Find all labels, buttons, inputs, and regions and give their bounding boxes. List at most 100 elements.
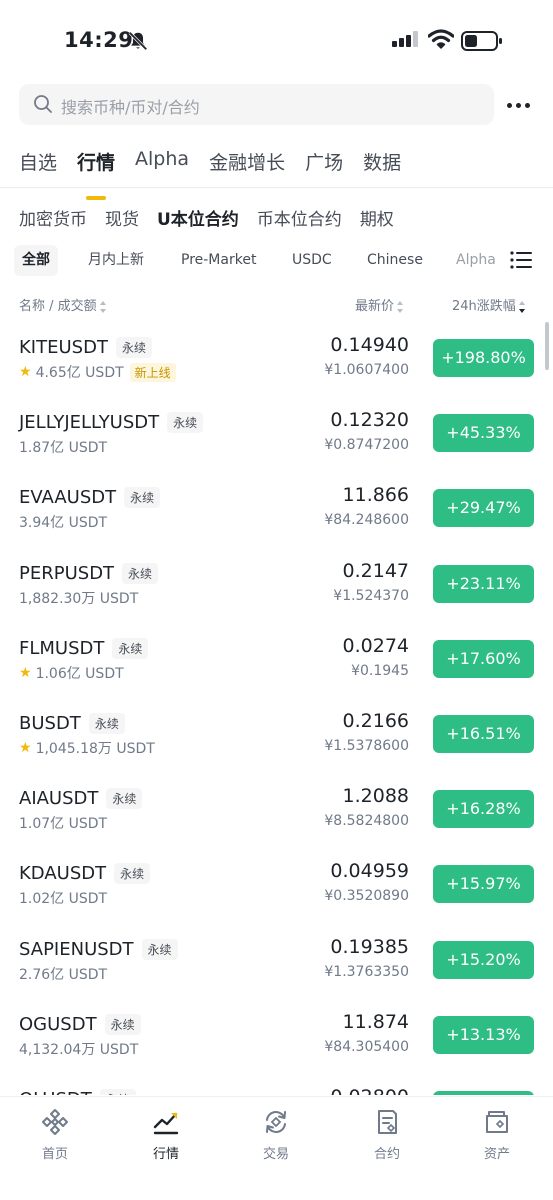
col-change-24h-label: 24h涨跌幅 xyxy=(452,299,516,314)
perpetual-badge: 永续 xyxy=(122,562,159,584)
symbol-cell: OGUSDT 永续 xyxy=(19,1013,141,1035)
subtab-usdm-futures[interactable]: U本位合约 xyxy=(157,205,239,230)
market-list: KITEUSDT 永续 ★ 4.65亿 USDT 新上线 0.14940 ¥1.060740… xyxy=(0,320,553,1095)
change-24h-badge[interactable]: +15.97% xyxy=(433,865,534,904)
perpetual-badge: 永续 xyxy=(112,637,149,659)
last-price: 0.04959 xyxy=(330,860,409,883)
volume-value: 3.94亿 USDT xyxy=(19,515,108,532)
battery-icon xyxy=(461,31,502,51)
change-24h-badge[interactable]: +17.60% xyxy=(433,639,534,678)
futures-document-icon xyxy=(378,1110,397,1134)
change-24h-badge[interactable]: +45.33% xyxy=(433,414,534,453)
symbol-cell: KITEUSDT 永续 xyxy=(19,337,152,358)
filter-all[interactable]: 全部 xyxy=(14,245,58,276)
change-24h-badge[interactable]: +29.47% xyxy=(433,489,534,528)
change-24h-badge[interactable]: +16.51% xyxy=(433,714,534,753)
last-price: 0.12320 xyxy=(330,409,409,432)
change-24h-badge[interactable]: +13.13% xyxy=(433,1015,534,1054)
fiat-price: ¥84.305400 xyxy=(324,1038,409,1055)
filter-usdc[interactable]: USDC xyxy=(284,245,340,276)
wallet-icon xyxy=(486,1111,508,1133)
subtab-crypto[interactable]: 加密货币 xyxy=(19,205,87,230)
last-price: 0.0274 xyxy=(342,634,409,657)
market-row[interactable]: PERPUSDT 永续 1,882.30万 USDT 0.2147 ¥1.524370 +… xyxy=(0,546,553,621)
col-last-price-label: 最新价 xyxy=(355,299,395,314)
fiat-price: ¥0.3520890 xyxy=(324,888,409,905)
volume-value: 1.02亿 USDT xyxy=(19,891,108,908)
star-icon: ★ xyxy=(19,364,32,380)
filter-new-this-month[interactable]: 月内上新 xyxy=(80,245,152,276)
last-price: 1.2088 xyxy=(342,785,409,808)
star-icon: ★ xyxy=(19,664,32,681)
fiat-price: ¥1.5378600 xyxy=(324,737,409,754)
change-24h-badge[interactable]: +16.28% xyxy=(433,790,534,829)
change-24h-badge[interactable]: +15.20% xyxy=(433,940,534,979)
sub-tabs: 加密货币 现货 U本位合约 币本位合约 期权 xyxy=(19,205,394,230)
symbol-name: JELLYJELLYUSDT xyxy=(19,412,160,434)
sort-icon xyxy=(397,300,404,313)
col-name-volume[interactable]: 名称 / 成交额 xyxy=(19,295,107,314)
market-row[interactable]: BUSDT 永续 ★ 1,045.18万 USDT 0.2166 ¥1.5378600 +1… xyxy=(0,696,553,771)
more-icon[interactable] xyxy=(507,98,531,112)
tab-finance-growth[interactable]: 金融增长 xyxy=(209,148,285,188)
perpetual-badge: 永续 xyxy=(167,412,204,434)
subtab-spot[interactable]: 现货 xyxy=(105,205,139,230)
symbol-cell: SAPIENUSDT 永续 xyxy=(19,938,178,960)
perpetual-badge: 永续 xyxy=(99,1088,136,1095)
search-input[interactable]: 搜索币种/币对/合约 xyxy=(19,84,494,125)
tab-favorites[interactable]: 自选 xyxy=(19,148,57,188)
nav-home[interactable]: 首页 xyxy=(15,1107,95,1162)
tab-alpha[interactable]: Alpha xyxy=(135,148,189,188)
bottom-nav: 首页 行情 交易 合约 资产 xyxy=(0,1096,553,1200)
perpetual-badge: 永续 xyxy=(124,487,161,509)
trade-swap-icon xyxy=(266,1111,286,1133)
fiat-price: ¥1.524370 xyxy=(333,587,409,604)
market-row[interactable]: JELLYJELLYUSDT 永续 1.87亿 USDT 0.12320 ¥0.8747… xyxy=(0,395,553,470)
tab-markets[interactable]: 行情 xyxy=(77,148,115,200)
market-row[interactable]: EVAAUSDT 永续 3.94亿 USDT 11.866 ¥84.248600 +29.… xyxy=(0,470,553,545)
filter-chinese[interactable]: Chinese xyxy=(359,245,431,276)
tab-square[interactable]: 广场 xyxy=(305,148,343,188)
volume-cell: 1.87亿 USDT xyxy=(19,437,107,457)
market-row[interactable]: OLUSDT 永续 0.02800 xyxy=(0,1072,553,1095)
search-row: 搜索币种/币对/合约 xyxy=(0,84,553,128)
nav-trade[interactable]: 交易 xyxy=(236,1107,316,1162)
change-24h-badge[interactable] xyxy=(433,1090,534,1095)
filter-pre-market[interactable]: Pre-Market xyxy=(173,245,264,276)
wifi-icon xyxy=(428,29,454,49)
last-price: 0.2166 xyxy=(342,709,409,732)
nav-assets[interactable]: 资产 xyxy=(457,1107,537,1162)
nav-markets-label: 行情 xyxy=(152,1147,179,1162)
volume-cell: 1,882.30万 USDT xyxy=(19,588,138,608)
fiat-price: ¥0.1945 xyxy=(351,662,409,679)
filter-chips: 全部 月内上新 Pre-Market USDC Chinese Alpha xyxy=(14,245,504,277)
market-row[interactable]: OGUSDT 永续 4,132.04万 USDT 11.874 ¥84.305400 +1… xyxy=(0,997,553,1072)
tab-data[interactable]: 数据 xyxy=(363,148,401,188)
fiat-price: ¥1.3763350 xyxy=(324,963,409,980)
perpetual-badge: 永续 xyxy=(114,863,151,885)
market-row[interactable]: FLMUSDT 永续 ★ 1.06亿 USDT 0.0274 ¥0.1945 +17.60% xyxy=(0,621,553,696)
subtab-coinm-futures[interactable]: 币本位合约 xyxy=(257,205,342,230)
symbol-name: KITEUSDT xyxy=(19,337,108,358)
volume-cell: 1.07亿 USDT xyxy=(19,813,107,833)
list-menu-icon[interactable] xyxy=(510,250,532,270)
market-row[interactable]: AIAUSDT 永续 1.07亿 USDT 1.2088 ¥8.5824800 +16.2… xyxy=(0,771,553,846)
filter-alpha[interactable]: Alpha xyxy=(448,245,504,276)
nav-markets[interactable]: 行情 xyxy=(126,1107,206,1162)
change-24h-badge[interactable]: +198.80% xyxy=(433,339,534,377)
perpetual-badge: 永续 xyxy=(104,1013,141,1035)
col-change-24h[interactable]: 24h涨跌幅 xyxy=(452,295,526,314)
star-icon: ★ xyxy=(19,739,32,756)
subtab-options[interactable]: 期权 xyxy=(360,205,394,230)
market-row[interactable]: KDAUSDT 永续 1.02亿 USDT 0.04959 ¥0.3520890 +15.… xyxy=(0,846,553,921)
volume-value: 1,882.30万 USDT xyxy=(19,590,139,607)
col-last-price[interactable]: 最新价 xyxy=(355,295,404,314)
last-price: 11.874 xyxy=(342,1010,409,1033)
change-24h-badge[interactable]: +23.11% xyxy=(433,564,534,603)
binance-logo-icon xyxy=(42,1109,68,1135)
market-row[interactable]: SAPIENUSDT 永续 2.76亿 USDT 0.19385 ¥1.3763350 +… xyxy=(0,922,553,997)
nav-futures[interactable]: 合约 xyxy=(347,1107,427,1162)
last-price: 0.19385 xyxy=(330,935,409,958)
market-row[interactable]: KITEUSDT 永续 ★ 4.65亿 USDT 新上线 0.14940 ¥1.060740… xyxy=(0,320,553,395)
symbol-name: PERPUSDT xyxy=(19,562,115,584)
